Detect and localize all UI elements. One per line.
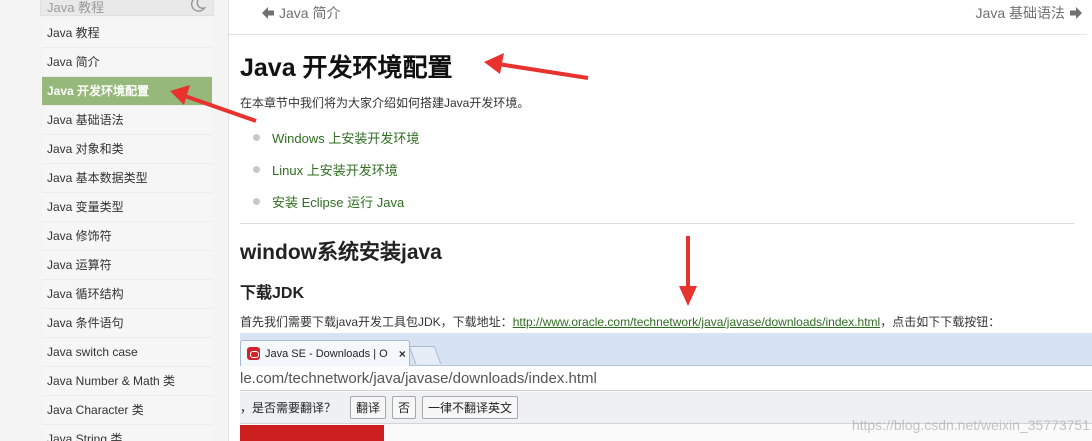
sidebar-item-conditionals[interactable]: Java 条件语句 — [42, 309, 212, 338]
never-translate-button: 一律不翻译英文 — [422, 396, 519, 419]
toc-link-eclipse[interactable]: 安装 Eclipse 运行 Java — [272, 192, 404, 211]
watermark: https://blog.csdn.net/weixin_35773751 — [851, 417, 1090, 433]
prev-next-nav: Java 简介 Java 基础语法 — [229, 0, 1087, 35]
sidebar-item-dev-env-setup[interactable]: Java 开发环境配置 — [42, 77, 212, 106]
toc-item-windows: Windows 上安装开发环境 — [253, 128, 419, 147]
arrow-left-icon — [262, 7, 274, 19]
screenshot-tab-title: Java SE - Downloads | O — [265, 347, 388, 360]
screenshot-tab-bar: Java SE - Downloads | O × — [240, 333, 1092, 366]
oracle-download-link[interactable]: http://www.oracle.com/technetwork/java/j… — [513, 315, 881, 329]
toc-link-windows[interactable]: Windows 上安装开发环境 — [272, 128, 419, 147]
oracle-header-banner — [240, 425, 384, 441]
section-heading-windows: window系统安装java — [240, 241, 442, 264]
prev-page-link[interactable]: Java 简介 — [261, 3, 340, 23]
close-icon: × — [398, 346, 406, 361]
sidebar-item-number-math[interactable]: Java Number & Math 类 — [42, 367, 212, 396]
screenshot-address-bar: le.com/technetwork/java/javase/downloads… — [240, 367, 1092, 391]
sidebar-item-modifiers[interactable]: Java 修饰符 — [42, 222, 212, 251]
translate-question: ，是否需要翻译？ — [240, 401, 337, 415]
sidebar-item-java-tutorial[interactable]: Java 教程 — [42, 19, 212, 48]
toc-item-eclipse: 安装 Eclipse 运行 Java — [253, 192, 404, 211]
translate-button: 翻译 — [350, 396, 387, 419]
moon-icon[interactable] — [189, 0, 207, 13]
sidebar-item-objects-classes[interactable]: Java 对象和类 — [42, 135, 212, 164]
sidebar-item-string[interactable]: Java String 类 — [42, 425, 212, 441]
sidebar: Java 教程 Java 教程 Java 简介 Java 开发环境配置 Java… — [0, 0, 228, 441]
intro-text: 在本章节中我们将为大家介绍如何搭建Java开发环境。 — [240, 96, 530, 110]
sidebar-item-data-types[interactable]: Java 基本数据类型 — [42, 164, 212, 193]
download-text-before: 首先我们需要下载java开发工具包JDK，下载地址： — [240, 315, 513, 329]
sidebar-header-title: Java 教程 — [47, 0, 105, 15]
screenshot-browser-tab: Java SE - Downloads | O × — [240, 340, 410, 366]
sidebar-item-variable-types[interactable]: Java 变量类型 — [42, 193, 212, 222]
oracle-logo-icon — [247, 347, 260, 360]
download-text-after: ，点击如下下载按钮： — [880, 315, 1001, 329]
download-paragraph: 首先我们需要下载java开发工具包JDK，下载地址：http://www.ora… — [240, 313, 1000, 330]
sidebar-item-operators[interactable]: Java 运算符 — [42, 251, 212, 280]
bullet-icon — [253, 166, 260, 173]
sidebar-header: Java 教程 — [40, 0, 214, 16]
subsection-heading-download-jdk: 下载JDK — [240, 285, 305, 302]
arrow-right-icon — [1070, 7, 1082, 19]
toc-item-linux: Linux 上安装开发环境 — [253, 160, 398, 179]
bullet-icon — [253, 198, 260, 205]
sidebar-list: Java 教程 Java 简介 Java 开发环境配置 Java 基础语法 Ja… — [42, 19, 212, 441]
screenshot-new-tab — [408, 346, 442, 364]
sidebar-item-basic-syntax[interactable]: Java 基础语法 — [42, 106, 212, 135]
next-page-link[interactable]: Java 基础语法 — [976, 3, 1083, 23]
sidebar-item-loops[interactable]: Java 循环结构 — [42, 280, 212, 309]
sidebar-item-switch-case[interactable]: Java switch case — [42, 338, 212, 367]
bullet-icon — [253, 134, 260, 141]
no-button: 否 — [392, 396, 417, 419]
sidebar-item-character[interactable]: Java Character 类 — [42, 396, 212, 425]
main-content: Java 简介 Java 基础语法 Java 开发环境配置 在本章节中我们将为大… — [228, 0, 1092, 441]
next-page-label: Java 基础语法 — [975, 5, 1065, 21]
toc-link-linux[interactable]: Linux 上安装开发环境 — [272, 160, 398, 179]
section-divider — [240, 223, 1074, 224]
prev-page-label: Java 简介 — [279, 5, 341, 21]
page-title: Java 开发环境配置 — [240, 54, 453, 82]
sidebar-item-java-intro[interactable]: Java 简介 — [42, 48, 212, 77]
